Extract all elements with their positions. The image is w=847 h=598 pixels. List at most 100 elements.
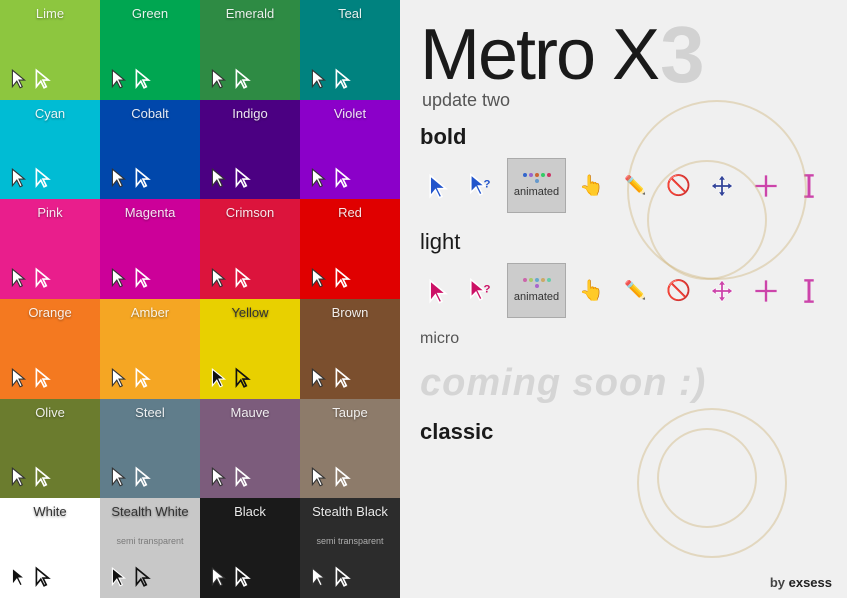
tile-pink[interactable]: Pink — [0, 199, 100, 299]
tile-label: Red — [308, 205, 392, 220]
tile-cursors — [8, 562, 54, 592]
tile-cursors — [108, 562, 154, 592]
tile-label: Amber — [108, 305, 192, 320]
tile-violet[interactable]: Violet — [300, 100, 400, 200]
app-title: Metro X 3 — [420, 15, 827, 95]
bold-cross-cursor[interactable] — [748, 168, 783, 204]
tile-sub: semi transparent — [108, 536, 192, 546]
tile-cursors — [208, 363, 254, 393]
light-arrow-cursor[interactable] — [420, 273, 455, 309]
tile-label: Green — [108, 6, 192, 21]
tile-green[interactable]: Green — [100, 0, 200, 100]
bold-hand-cursor[interactable]: 👆 — [574, 168, 609, 204]
tile-cursors — [208, 462, 254, 492]
color-palette: Lime Green Emerald Teal Cyan Cobalt Indigo Viol… — [0, 0, 400, 598]
tile-label: Taupe — [308, 405, 392, 420]
bold-no-cursor[interactable]: 🚫 — [661, 168, 696, 204]
bold-pencil-cursor[interactable]: ✏️ — [618, 168, 653, 204]
tile-crimson[interactable]: Crimson — [200, 199, 300, 299]
tile-label: Cyan — [8, 106, 92, 121]
tile-cursors — [308, 363, 354, 393]
by-text: by exsess — [770, 575, 832, 590]
tile-label: Teal — [308, 6, 392, 21]
version-badge: 3 — [660, 15, 703, 95]
tile-olive[interactable]: Olive — [0, 399, 100, 499]
light-animated-cursor[interactable]: animated — [507, 263, 566, 318]
bold-cursor-row: ? animated 👆 ✏️ 🚫 — [400, 154, 847, 221]
tile-cursors — [8, 462, 54, 492]
tile-taupe[interactable]: Taupe — [300, 399, 400, 499]
light-text-cursor[interactable] — [792, 273, 827, 309]
tile-label: Orange — [8, 305, 92, 320]
tile-cyan[interactable]: Cyan — [0, 100, 100, 200]
tile-mauve[interactable]: Mauve — [200, 399, 300, 499]
right-panel: Metro X 3 update two bold ? — [400, 0, 847, 598]
tile-orange[interactable]: Orange — [0, 299, 100, 399]
tile-indigo[interactable]: Indigo — [200, 100, 300, 200]
light-pencil-cursor[interactable]: ✏️ — [618, 273, 653, 309]
tile-cobalt[interactable]: Cobalt — [100, 100, 200, 200]
tile-yellow[interactable]: Yellow — [200, 299, 300, 399]
tile-label: Yellow — [208, 305, 292, 320]
tile-amber[interactable]: Amber — [100, 299, 200, 399]
tile-white[interactable]: White — [0, 498, 100, 598]
coming-soon-text: coming soon :) — [400, 352, 847, 415]
tile-label: Violet — [308, 106, 392, 121]
tile-black[interactable]: Black — [200, 498, 300, 598]
classic-section-title: classic — [400, 415, 847, 449]
tile-red[interactable]: Red — [300, 199, 400, 299]
tile-label: Stealth Black — [308, 504, 392, 519]
tile-lime[interactable]: Lime — [0, 0, 100, 100]
tile-label: Brown — [308, 305, 392, 320]
tile-cursors — [108, 462, 154, 492]
tile-stealth-white[interactable]: Stealth White semi transparent — [100, 498, 200, 598]
tile-emerald[interactable]: Emerald — [200, 0, 300, 100]
tile-cursors — [8, 263, 54, 293]
animated-label-bold: animated — [514, 186, 559, 198]
tile-label: White — [8, 504, 92, 519]
tile-cursors — [308, 64, 354, 94]
tile-label: Steel — [108, 405, 192, 420]
light-move-cursor[interactable] — [705, 273, 740, 309]
tile-cursors — [208, 163, 254, 193]
tile-label: Stealth White — [108, 504, 192, 519]
bold-animated-cursor[interactable]: animated — [507, 158, 566, 213]
light-cursor-row: ? animated 👆 ✏️ 🚫 — [400, 259, 847, 326]
bold-arrow-cursor[interactable] — [420, 168, 455, 204]
header: Metro X 3 update two — [400, 0, 847, 116]
light-section-title: light — [400, 221, 847, 259]
bold-section-title: bold — [400, 116, 847, 154]
tile-cursors — [8, 363, 54, 393]
tile-cursors — [308, 263, 354, 293]
tile-label: Black — [208, 504, 292, 519]
tile-stealth-black[interactable]: Stealth Black semi transparent — [300, 498, 400, 598]
tile-cursors — [108, 363, 154, 393]
tile-label: Mauve — [208, 405, 292, 420]
brand-name: exsess — [789, 575, 832, 590]
svg-text:?: ? — [484, 178, 491, 190]
bold-arrow-question-cursor[interactable]: ? — [463, 168, 498, 204]
light-no-cursor[interactable]: 🚫 — [661, 273, 696, 309]
tile-label: Olive — [8, 405, 92, 420]
tile-magenta[interactable]: Magenta — [100, 199, 200, 299]
light-hand-cursor[interactable]: 👆 — [574, 273, 609, 309]
light-arrow-question-cursor[interactable]: ? — [463, 273, 498, 309]
tile-label: Cobalt — [108, 106, 192, 121]
tile-brown[interactable]: Brown — [300, 299, 400, 399]
tile-cursors — [8, 64, 54, 94]
metro-text: Metro X — [420, 19, 658, 91]
light-cross-cursor[interactable] — [748, 273, 783, 309]
tile-sub: semi transparent — [308, 536, 392, 546]
bold-move-cursor[interactable] — [705, 168, 740, 204]
tile-label: Pink — [8, 205, 92, 220]
micro-section-title: micro — [400, 326, 847, 352]
tile-cursors — [208, 562, 254, 592]
tile-label: Crimson — [208, 205, 292, 220]
tile-label: Indigo — [208, 106, 292, 121]
tile-steel[interactable]: Steel — [100, 399, 200, 499]
tile-label: Emerald — [208, 6, 292, 21]
tile-cursors — [108, 64, 154, 94]
tile-teal[interactable]: Teal — [300, 0, 400, 100]
svg-text:?: ? — [484, 283, 491, 295]
bold-text-cursor[interactable] — [792, 168, 827, 204]
